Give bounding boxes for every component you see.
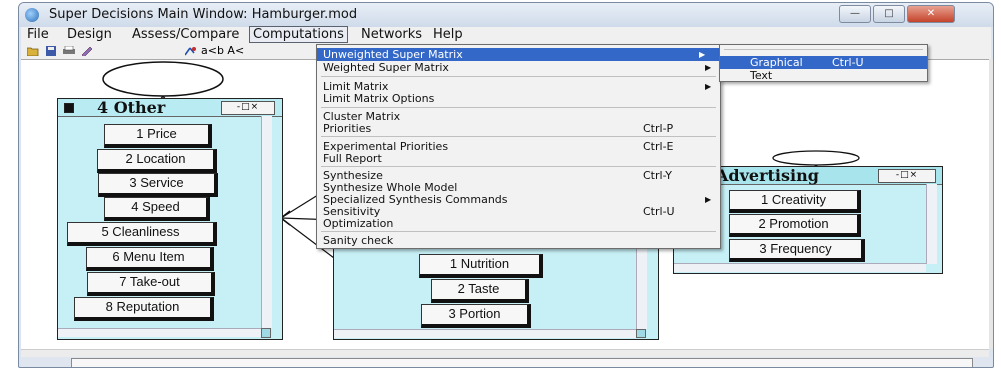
menu-separator	[724, 49, 923, 50]
menu-item-label: Priorities	[323, 122, 372, 135]
cluster-horizontal-scrollbar[interactable]	[334, 329, 636, 338]
cluster-vertical-scrollbar[interactable]	[926, 184, 937, 264]
menu-item-weighted-super-matrix[interactable]: Weighted Super Matrix ▶	[323, 61, 720, 74]
node-speed[interactable]: 4 Speed	[104, 197, 210, 221]
print-icon[interactable]	[63, 46, 75, 56]
menu-separator	[321, 76, 716, 77]
cluster-horizontal-scrollbar[interactable]	[58, 328, 262, 337]
app-icon	[25, 8, 39, 22]
menu-shortcut: Ctrl-U	[643, 205, 675, 218]
node-service[interactable]: 3 Service	[98, 173, 218, 197]
menu-file[interactable]: File	[27, 27, 49, 42]
menu-item-optimization[interactable]: Optimization	[323, 217, 393, 230]
menu-separator	[321, 107, 716, 108]
save-disk-icon[interactable]	[45, 46, 57, 56]
cluster-window-controls-icon[interactable]: -□×	[878, 169, 936, 183]
menu-separator	[321, 166, 716, 167]
status-bar	[21, 357, 991, 367]
submenu-arrow-icon: ▶	[699, 50, 706, 59]
toolbar-compare-label: a<b A<	[201, 44, 245, 57]
edit-icon[interactable]	[81, 46, 93, 56]
menu-item-limit-matrix-options[interactable]: Limit Matrix Options	[323, 92, 434, 105]
close-icon[interactable]: ✕	[907, 5, 955, 23]
menu-separator	[321, 231, 716, 232]
submenu-arrow-icon: ▶	[705, 82, 712, 91]
computations-menu: Unweighted Super Matrix ▶ Weighted Super …	[316, 44, 721, 249]
cluster-vertical-scrollbar[interactable]	[261, 116, 272, 328]
menu-item-experimental-priorities[interactable]: Experimental Priorities Ctrl-E	[323, 140, 720, 153]
node-reputation[interactable]: 8 Reputation	[74, 297, 214, 321]
node-menu-item[interactable]: 6 Menu Item	[86, 247, 214, 271]
menu-bar: File Design Assess/Compare Computations …	[21, 26, 991, 44]
menu-shortcut: Ctrl-E	[643, 140, 674, 153]
menu-item-unweighted-super-matrix[interactable]: Unweighted Super Matrix ▶	[317, 48, 720, 61]
cluster-title: 4 Other	[97, 98, 166, 117]
submenu-item-text[interactable]: Text	[750, 69, 772, 82]
open-folder-icon[interactable]	[27, 46, 39, 56]
cluster-resize-icon[interactable]	[261, 328, 271, 338]
submenu-arrow-icon: ▶	[705, 195, 712, 204]
menu-shortcut: Ctrl-Y	[643, 169, 672, 182]
main-vertical-scrollbar[interactable]	[989, 59, 993, 349]
menu-item-priorities[interactable]: Priorities Ctrl-P	[323, 122, 720, 135]
node-taste[interactable]: 2 Taste	[431, 279, 529, 303]
cluster-header[interactable]: 4 Other -□×	[58, 98, 282, 117]
menu-assess-compare[interactable]: Assess/Compare	[132, 27, 239, 42]
menu-shortcut: Ctrl-P	[643, 122, 674, 135]
menu-networks[interactable]: Networks	[361, 27, 422, 42]
menu-help[interactable]: Help	[433, 27, 463, 42]
node-price[interactable]: 1 Price	[104, 124, 212, 148]
menu-item-label: Graphical	[750, 56, 803, 69]
status-field	[71, 358, 973, 367]
unweighted-submenu: Graphical Ctrl-U Text	[719, 44, 928, 82]
cluster-resize-icon[interactable]	[636, 329, 646, 338]
cluster-horizontal-scrollbar[interactable]	[674, 263, 926, 272]
submenu-item-graphical[interactable]: Graphical Ctrl-U	[720, 56, 927, 69]
cluster-vertical-scrollbar[interactable]	[636, 249, 647, 329]
compare-icon[interactable]	[185, 46, 197, 56]
menu-computations[interactable]: Computations	[249, 26, 348, 43]
window-title: Super Decisions Main Window: Hamburger.m…	[49, 7, 358, 22]
menu-separator	[321, 136, 716, 137]
cluster-other[interactable]: 4 Other -□× 1 Price 2 Location 3 Service…	[57, 98, 283, 340]
node-cleanliness[interactable]: 5 Cleanliness	[67, 222, 217, 246]
feedback-loop-icon	[102, 61, 224, 103]
title-bar: Super Decisions Main Window: Hamburger.m…	[19, 3, 993, 27]
node-location[interactable]: 2 Location	[97, 149, 217, 173]
menu-item-label: Unweighted Super Matrix	[323, 48, 463, 61]
node-portion[interactable]: 3 Portion	[421, 304, 531, 328]
menu-item-label: Weighted Super Matrix	[323, 61, 449, 74]
submenu-arrow-icon: ▶	[705, 63, 712, 72]
node-creativity[interactable]: 1 Creativity	[729, 190, 861, 213]
menu-item-full-report[interactable]: Full Report	[323, 152, 382, 165]
cluster-window-controls-icon[interactable]: -□×	[221, 101, 275, 115]
node-promotion[interactable]: 2 Promotion	[729, 214, 861, 237]
menu-design[interactable]: Design	[67, 27, 112, 42]
node-frequency[interactable]: 3 Frequency	[729, 239, 865, 262]
node-take-out[interactable]: 7 Take-out	[87, 272, 215, 296]
node-nutrition[interactable]: 1 Nutrition	[419, 254, 543, 278]
cluster-title: Advertising	[716, 166, 819, 185]
maximize-icon[interactable]: □	[873, 5, 905, 23]
menu-shortcut: Ctrl-U	[832, 56, 864, 69]
cluster-collapse-icon[interactable]	[64, 103, 74, 113]
minimize-icon[interactable]: —	[839, 5, 871, 23]
menu-item-sanity-check[interactable]: Sanity check	[323, 234, 393, 247]
